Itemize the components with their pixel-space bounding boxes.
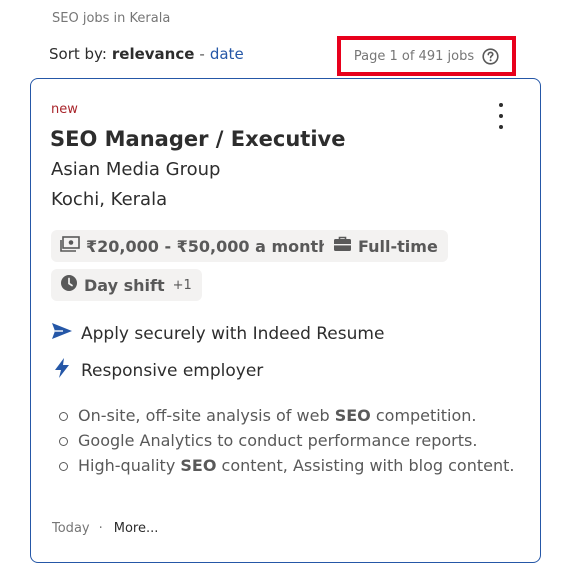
page-count-text: Page 1 of 491 jobs (353, 48, 475, 64)
more-link[interactable]: More... (114, 521, 159, 536)
question-circle-icon[interactable] (482, 47, 499, 65)
salary-text: ₹20,000 - ₹50,000 a month (86, 236, 330, 256)
snippet-item: High-quality SEO content, Assisting with… (57, 453, 517, 478)
shift-tag: Day shift +1 (51, 269, 202, 301)
job-location: Kochi, Kerala (51, 189, 168, 210)
sort-relevance: relevance (111, 45, 195, 63)
responsive-text: Responsive employer (81, 360, 264, 381)
job-type-text: Full-time (358, 236, 438, 256)
job-card[interactable]: new SEO Manager / Executive Asian Media … (30, 78, 541, 563)
job-title[interactable]: SEO Manager / Executive (50, 127, 345, 151)
shift-text: Day shift (84, 275, 165, 295)
snippet-item: Google Analytics to conduct performance … (57, 428, 517, 453)
shift-extra-count: +1 (172, 277, 192, 293)
send-icon (51, 322, 73, 345)
sort-controls: Sort by: relevance - date (49, 45, 244, 63)
posted-date: Today (52, 521, 90, 536)
apply-feature: Apply securely with Indeed Resume (51, 322, 384, 345)
footer-separator: · (98, 521, 103, 536)
snippet-item: On-site, off-site analysis of web SEO co… (57, 403, 517, 428)
clock-icon (60, 274, 78, 296)
sort-label: Sort by: (49, 45, 107, 63)
company-name: Asian Media Group (51, 159, 221, 180)
page-count: Page 1 of 491 jobs (337, 36, 516, 76)
search-title: SEO jobs in Kerala (52, 11, 171, 26)
money-icon (60, 236, 80, 256)
apply-text: Apply securely with Indeed Resume (81, 323, 385, 344)
card-footer: Today · More... (52, 521, 158, 536)
job-snippet: On-site, off-site analysis of web SEO co… (57, 403, 517, 478)
salary-tag: ₹20,000 - ₹50,000 a month (51, 230, 340, 262)
sort-date-link[interactable]: date (210, 45, 244, 63)
lightning-icon (51, 357, 73, 384)
new-badge: new (51, 102, 78, 117)
briefcase-icon (333, 236, 352, 256)
more-vertical-icon[interactable] (493, 103, 509, 129)
responsive-feature: Responsive employer (51, 357, 263, 384)
sort-separator: - (199, 45, 205, 63)
job-type-tag: Full-time (324, 230, 448, 262)
